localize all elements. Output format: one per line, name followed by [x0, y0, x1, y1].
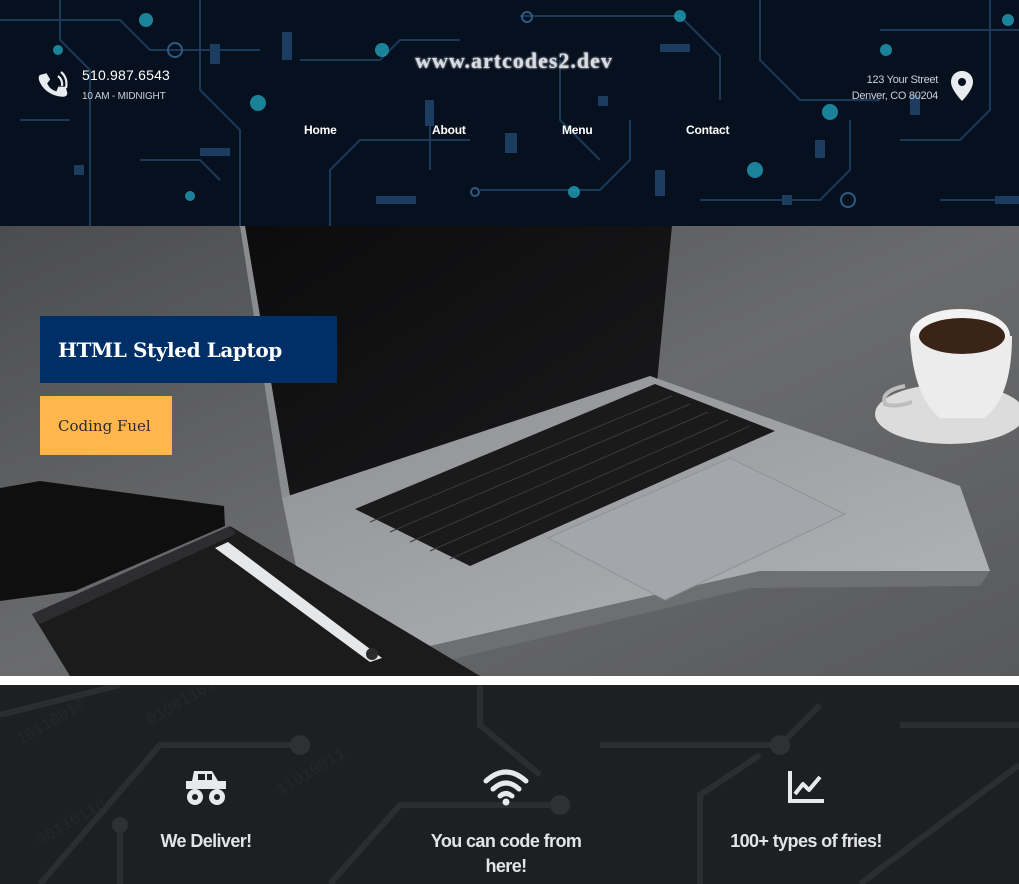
- feature-wifi: You can code from here!: [416, 767, 596, 879]
- address-block: 123 Your Street Denver, CO 80204: [851, 72, 939, 104]
- wifi-icon: [483, 769, 529, 806]
- feature-fries-label: 100+ types of fries!: [730, 831, 882, 851]
- line-chart-icon: [788, 771, 824, 803]
- monster-truck-icon: [186, 771, 226, 805]
- coding-fuel-button[interactable]: Coding Fuel: [40, 396, 172, 455]
- hero-title-box: HTML Styled Laptop: [40, 316, 337, 383]
- svg-text:00110110: 00110110: [34, 795, 110, 849]
- address-street: 123 Your Street: [866, 74, 939, 86]
- circuit-background: [0, 0, 1019, 226]
- map-marker-icon[interactable]: [950, 70, 974, 102]
- hero-banner: HTML Styled Laptop Coding Fuel: [0, 226, 1019, 676]
- site-logo[interactable]: www.artcodes2.dev: [392, 48, 636, 74]
- phone-contact: 510.987.6543 10 AM - MIDNIGHT: [38, 66, 170, 104]
- phone-volume-icon: [38, 71, 68, 97]
- feature-delivery: We Deliver!: [116, 767, 296, 854]
- feature-wifi-label: You can code from here!: [430, 831, 582, 876]
- site-header: 510.987.6543 10 AM - MIDNIGHT www.artcod…: [0, 0, 1019, 226]
- feature-fries: 100+ types of fries!: [716, 767, 896, 854]
- nav-about[interactable]: About: [432, 123, 466, 137]
- business-hours: 10 AM - MIDNIGHT: [82, 91, 166, 102]
- address-city: Denver, CO 80204: [851, 90, 939, 102]
- nav-menu[interactable]: Menu: [562, 123, 593, 137]
- nav-contact[interactable]: Contact: [686, 123, 729, 137]
- phone-number[interactable]: 510.987.6543: [82, 66, 170, 84]
- features-section: 10110010 01001101 11010011 00110110 We D…: [0, 685, 1019, 884]
- nav-home[interactable]: Home: [304, 123, 337, 137]
- coding-fuel-button-label: Coding Fuel: [58, 416, 151, 435]
- hero-title: HTML Styled Laptop: [58, 337, 282, 362]
- svg-text:01001101: 01001101: [144, 685, 220, 729]
- feature-delivery-label: We Deliver!: [160, 831, 252, 851]
